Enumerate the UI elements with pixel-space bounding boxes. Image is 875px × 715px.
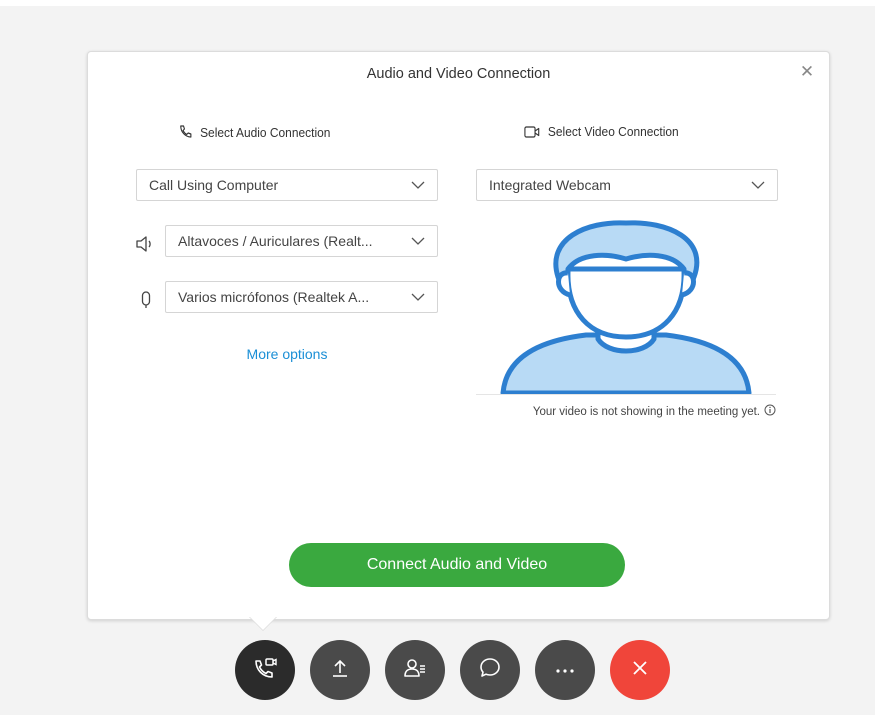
chevron-down-icon	[411, 290, 425, 304]
more-icon	[554, 661, 576, 679]
more-options-link[interactable]: More options	[136, 346, 438, 362]
close-button[interactable]: ✕	[797, 62, 817, 82]
video-status-note: Your video is not showing in the meeting…	[476, 404, 776, 419]
more-button[interactable]	[535, 640, 595, 700]
participants-button[interactable]	[385, 640, 445, 700]
video-section-heading: Select Video Connection	[524, 124, 679, 139]
share-icon	[329, 657, 351, 684]
dialog-pointer	[249, 616, 277, 630]
person-avatar-icon	[500, 220, 752, 396]
speaker-icon	[135, 234, 155, 254]
leave-meeting-button[interactable]	[610, 640, 670, 700]
video-note-text: Your video is not showing in the meeting…	[532, 405, 760, 418]
speaker-select[interactable]: Altavoces / Auriculares (Realt...	[165, 225, 438, 257]
close-icon: ✕	[799, 62, 815, 81]
audio-video-button[interactable]	[235, 640, 295, 700]
camera-select[interactable]: Integrated Webcam	[476, 169, 778, 201]
phone-icon	[178, 124, 193, 140]
share-button[interactable]	[310, 640, 370, 700]
camera-value: Integrated Webcam	[489, 177, 611, 193]
preview-divider	[476, 394, 776, 395]
audio-video-icon	[252, 656, 278, 685]
video-heading-label: Select Video Connection	[547, 124, 679, 139]
close-icon	[630, 658, 650, 683]
audio-video-dialog: Audio and Video Connection ✕ Select Audi…	[87, 51, 830, 620]
microphone-icon	[136, 290, 156, 310]
microphone-value: Varios micrófonos (Realtek A...	[178, 289, 370, 305]
info-icon[interactable]	[764, 404, 776, 419]
audio-connection-value: Call Using Computer	[149, 177, 279, 193]
speaker-value: Altavoces / Auriculares (Realt...	[178, 233, 373, 249]
audio-heading-label: Select Audio Connection	[200, 124, 331, 140]
meeting-toolbar	[0, 640, 875, 702]
top-background-strip	[0, 0, 875, 6]
video-camera-icon	[524, 125, 541, 139]
connect-audio-video-button[interactable]: Connect Audio and Video	[289, 543, 625, 587]
chevron-down-icon	[751, 178, 765, 192]
chevron-down-icon	[411, 234, 425, 248]
audio-section-heading: Select Audio Connection	[178, 124, 330, 140]
audio-connection-select[interactable]: Call Using Computer	[136, 169, 438, 201]
chevron-down-icon	[411, 178, 425, 192]
dialog-title: Audio and Video Connection	[366, 66, 551, 82]
participants-icon	[403, 657, 427, 684]
chat-button[interactable]	[460, 640, 520, 700]
microphone-select[interactable]: Varios micrófonos (Realtek A...	[165, 281, 438, 313]
video-preview-avatar	[476, 219, 776, 396]
chat-icon	[478, 656, 502, 685]
